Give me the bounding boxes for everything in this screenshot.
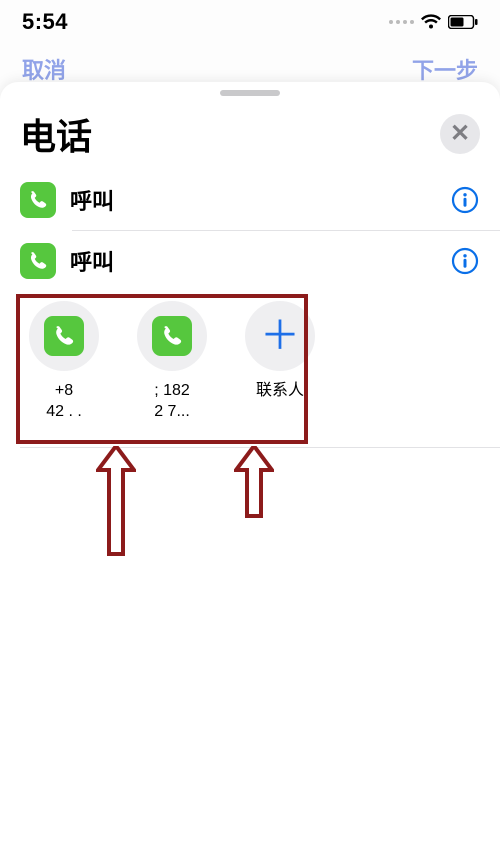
close-icon: ✕ xyxy=(450,122,470,146)
info-icon xyxy=(451,247,479,275)
status-time: 5:54 xyxy=(22,9,68,35)
phone-app-icon xyxy=(20,182,56,218)
recent-contact[interactable]: +842 . . xyxy=(26,301,102,423)
sheet-title: 电话 xyxy=(20,108,92,160)
list-item-label: 呼叫 xyxy=(70,245,450,277)
recent-contact[interactable]: ; 1822 7... xyxy=(134,301,210,423)
list-item[interactable]: 呼叫 xyxy=(0,170,500,230)
phone-app-icon xyxy=(44,316,84,356)
list-item[interactable]: 呼叫 xyxy=(0,231,500,291)
add-contact-label: 联系人 xyxy=(242,381,318,402)
info-icon xyxy=(451,186,479,214)
action-list: 呼叫 呼叫 xyxy=(0,170,500,448)
info-button[interactable] xyxy=(450,185,480,215)
phone-app-icon xyxy=(20,243,56,279)
close-button[interactable]: ✕ xyxy=(440,114,480,154)
cancel-button[interactable]: 取消 xyxy=(22,53,66,85)
status-bar: 5:54 xyxy=(0,0,500,44)
phone-app-icon xyxy=(152,316,192,356)
list-item-label: 呼叫 xyxy=(70,184,450,216)
status-right xyxy=(389,14,478,30)
signal-dots-icon xyxy=(389,20,414,24)
action-sheet: 电话 ✕ 呼叫 呼叫 xyxy=(0,82,500,865)
suggestion-row: +842 . . ; 1822 7... xyxy=(0,291,500,447)
recent-contact-label: ; 1822 7... xyxy=(134,381,210,423)
wifi-icon xyxy=(420,14,442,30)
info-button[interactable] xyxy=(450,246,480,276)
plus-icon: ＋ xyxy=(260,316,300,356)
add-contact[interactable]: ＋ 联系人 xyxy=(242,301,318,423)
next-button[interactable]: 下一步 xyxy=(412,53,478,85)
sheet-grabber[interactable] xyxy=(220,90,280,96)
battery-icon xyxy=(448,15,478,29)
recent-contact-label: +842 . . xyxy=(26,381,102,423)
